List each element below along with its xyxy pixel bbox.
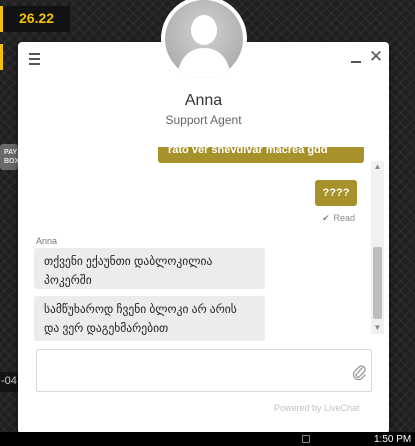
taskbar: 1:50 PM (0, 432, 415, 446)
message-input-box[interactable] (36, 349, 372, 392)
message-sender: Anna (36, 236, 58, 246)
checkmark-icon: ✔ (322, 213, 330, 223)
paperclip-icon[interactable] (351, 363, 367, 381)
livechat-window: ✕ Anna Support Agent rato ver shevdivar … (18, 42, 389, 434)
agent-avatar (161, 0, 247, 82)
agent-message: სამწუხაროდ ჩვენი ბლოკი არ არის და ვერ და… (34, 296, 265, 341)
scroll-thumb[interactable] (373, 247, 382, 319)
agent-role: Support Agent (165, 113, 242, 127)
read-receipt: ✔ Read (322, 213, 355, 224)
balance-display: 26.22 (0, 6, 70, 32)
message-scrollbar[interactable]: ▲ ▼ (371, 161, 384, 334)
default-avatar-icon (177, 15, 231, 78)
powered-by-link[interactable]: Powered by LiveChat (274, 403, 360, 413)
scroll-up-icon[interactable]: ▲ (371, 161, 384, 173)
paybox-logo-line2: BOX (4, 158, 20, 165)
agent-name: Anna (184, 92, 223, 109)
paybox-logo[interactable]: PAY BOX (0, 144, 20, 170)
agent-message: თქვენი ექაუნთი დაბლოკილია პოკერში (34, 248, 265, 289)
close-icon[interactable]: ✕ (367, 48, 385, 66)
visitor-message: ???? (315, 180, 357, 206)
message-input[interactable] (37, 350, 337, 391)
message-list[interactable]: rato ver shevdivar macrea gdd ???? ✔ Read… (18, 147, 389, 345)
paybox-logo-line1: PAY (4, 149, 18, 156)
scroll-down-icon[interactable]: ▼ (371, 322, 384, 334)
hamburger-icon[interactable] (26, 50, 44, 68)
read-status: Read (333, 213, 356, 223)
minimize-icon[interactable] (348, 49, 366, 67)
visitor-message: rato ver shevdivar macrea gdd (158, 147, 364, 163)
side-tab-indicator (0, 44, 3, 70)
taskbar-icon[interactable] (302, 435, 310, 443)
taskbar-clock[interactable]: 1:50 PM (374, 434, 411, 445)
